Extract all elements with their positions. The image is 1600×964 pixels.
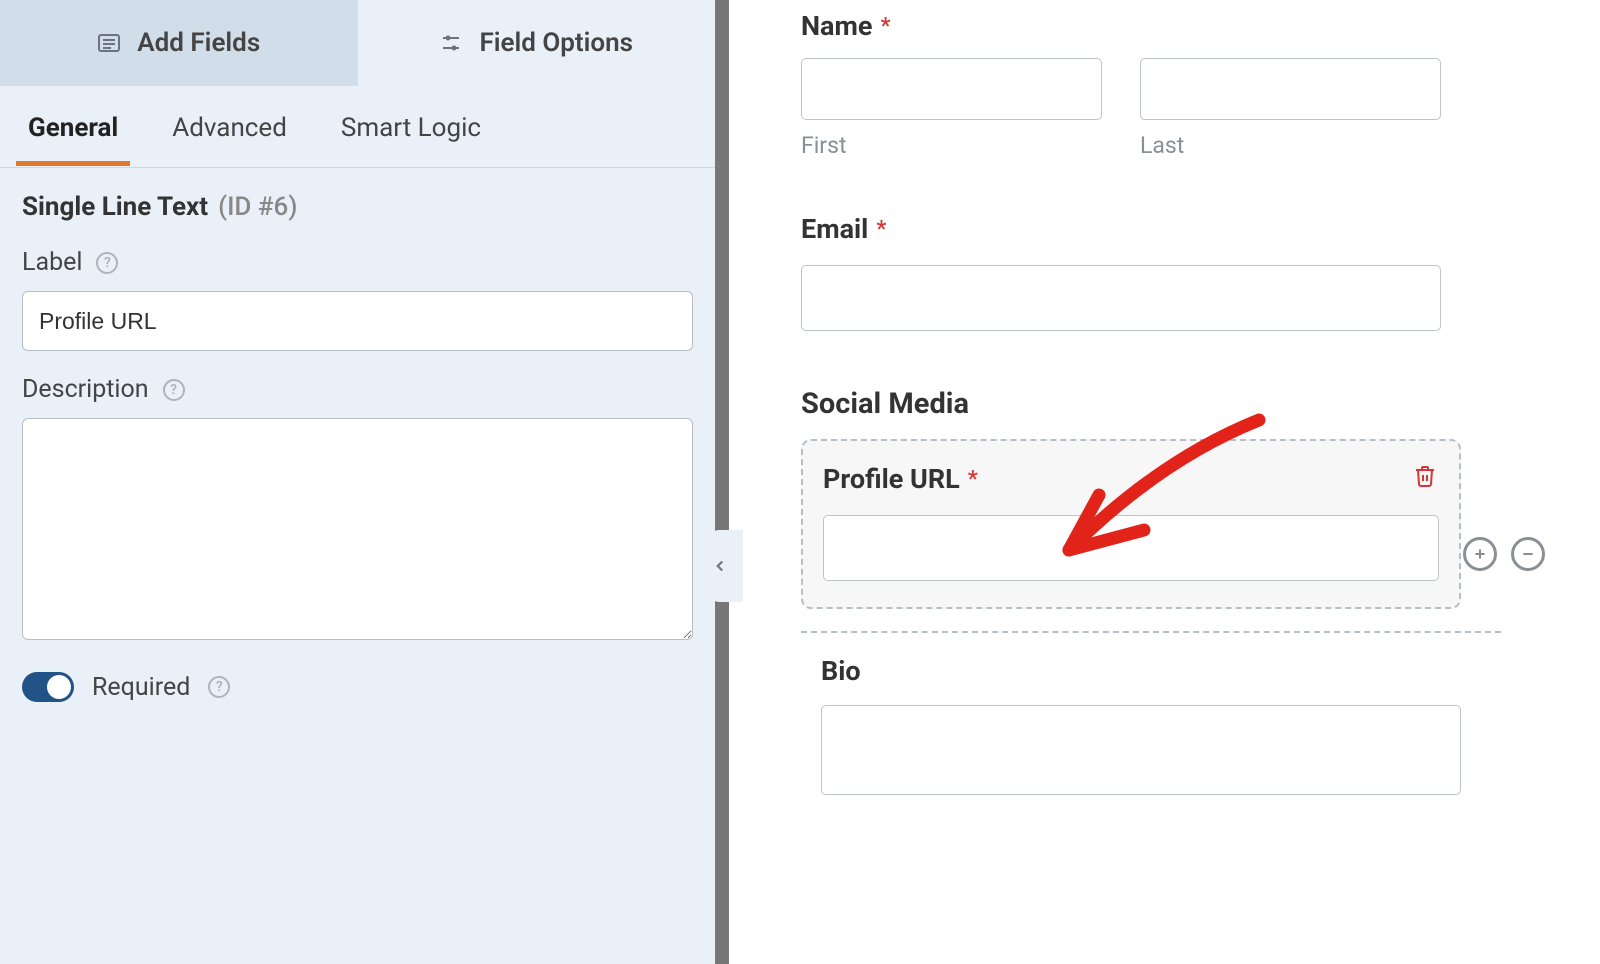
subtab-advanced[interactable]: Advanced [166, 89, 293, 165]
required-star: * [876, 217, 886, 242]
minus-icon [1520, 546, 1536, 562]
sliders-icon [439, 31, 463, 55]
profile-url-input[interactable] [823, 515, 1439, 581]
options-sub-tabs: General Advanced Smart Logic [0, 86, 715, 168]
field-name[interactable]: Name * First Last [801, 10, 1441, 159]
name-label: Name [801, 10, 872, 42]
panel-top-tabs: Add Fields Field Options [0, 0, 715, 86]
label-input[interactable] [22, 291, 693, 351]
field-profile-url-selected[interactable]: Profile URL * [801, 439, 1461, 609]
plus-icon [1472, 546, 1488, 562]
panel-divider [715, 0, 729, 964]
form-builder-app: Add Fields Field Options General Advance… [0, 0, 1600, 964]
chevron-left-icon [711, 557, 729, 575]
tab-field-options[interactable]: Field Options [358, 0, 716, 86]
last-sublabel: Last [1140, 132, 1441, 159]
option-label-block: Label ? [0, 234, 715, 361]
field-email[interactable]: Email * [801, 213, 1441, 331]
field-type-name: Single Line Text [22, 192, 208, 222]
tab-field-options-label: Field Options [479, 28, 633, 58]
bio-input[interactable] [821, 705, 1461, 795]
first-name-input[interactable] [801, 58, 1102, 120]
tab-add-fields-label: Add Fields [137, 28, 260, 58]
remove-row-button[interactable] [1511, 537, 1545, 571]
required-toggle[interactable] [22, 672, 74, 702]
required-star: * [880, 14, 890, 39]
subtab-smart-logic[interactable]: Smart Logic [335, 89, 487, 165]
field-header: Single Line Text (ID #6) [0, 168, 715, 234]
required-star: * [968, 467, 978, 492]
option-required-row: Required ? [0, 654, 715, 720]
options-panel: Add Fields Field Options General Advance… [0, 0, 715, 964]
field-id: (ID #6) [218, 192, 297, 222]
subtab-general[interactable]: General [22, 89, 124, 165]
help-icon[interactable]: ? [208, 676, 230, 698]
field-bio[interactable]: Bio [801, 631, 1501, 795]
description-option-title: Description [22, 375, 149, 404]
help-icon[interactable]: ? [96, 252, 118, 274]
trash-icon [1413, 463, 1437, 489]
description-input[interactable] [22, 418, 693, 640]
delete-field-button[interactable] [1413, 463, 1437, 493]
section-heading-social-media: Social Media [801, 387, 1570, 421]
bio-label: Bio [821, 655, 861, 687]
email-input[interactable] [801, 265, 1441, 331]
email-label: Email [801, 213, 868, 245]
required-label: Required [92, 673, 190, 702]
add-row-button[interactable] [1463, 537, 1497, 571]
first-sublabel: First [801, 132, 1102, 159]
last-name-input[interactable] [1140, 58, 1441, 120]
tab-add-fields[interactable]: Add Fields [0, 0, 358, 86]
form-preview: Name * First Last Email * Social Me [729, 0, 1600, 964]
repeater-controls [1463, 537, 1545, 571]
label-option-title: Label [22, 248, 82, 277]
option-description-block: Description ? [0, 361, 715, 654]
help-icon[interactable]: ? [163, 379, 185, 401]
profile-url-label: Profile URL [823, 463, 960, 495]
list-icon [97, 31, 121, 55]
